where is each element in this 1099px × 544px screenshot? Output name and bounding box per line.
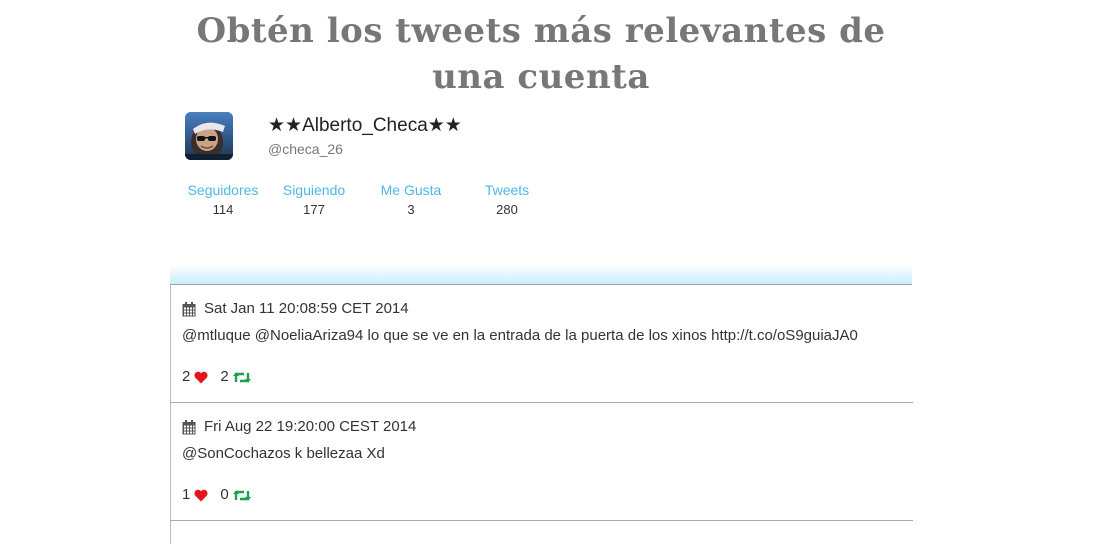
retweet-count: 0 — [220, 486, 229, 503]
tweet-counts: 1 0 — [182, 486, 263, 504]
tweet-date-row: Sat Jan 11 20:08:59 CET 2014 — [182, 300, 409, 318]
retweet-icon — [232, 371, 251, 384]
tweet-date: Sat Jan 11 20:08:59 CET 2014 — [204, 300, 409, 317]
heart-icon — [194, 489, 208, 502]
feed-header-banner — [170, 265, 912, 285]
stat-value: 177 — [303, 202, 325, 217]
stat-likes[interactable]: Me Gusta 3 — [366, 182, 456, 217]
tweet-date-row: Fri Aug 22 19:20:00 CEST 2014 — [182, 418, 416, 436]
stat-label[interactable]: Seguidores — [178, 182, 268, 198]
retweet-icon — [232, 489, 251, 502]
tweet-date: Fri Aug 22 19:20:00 CEST 2014 — [204, 418, 417, 435]
like-count: 1 — [182, 486, 191, 503]
tweet-text[interactable]: @SonCochazos k bellezaa Xd — [182, 445, 385, 463]
stat-value: 280 — [496, 202, 518, 217]
profile-stats: Seguidores 114 Siguiendo 177 Me Gusta 3 … — [178, 182, 558, 222]
retweet-count-group[interactable]: 0 — [220, 486, 251, 504]
tweet-item: Sat Jan 11 20:08:59 CET 2014 @mtluque @N… — [171, 285, 913, 403]
retweet-count-group[interactable]: 2 — [220, 368, 251, 386]
like-count-group[interactable]: 2 — [182, 368, 208, 386]
profile-display-name: ★★Alberto_Checa★★ — [268, 115, 462, 136]
like-count: 2 — [182, 368, 191, 385]
stat-following[interactable]: Siguiendo 177 — [269, 182, 359, 217]
stat-value: 3 — [407, 202, 415, 217]
stat-label[interactable]: Me Gusta — [366, 182, 456, 198]
avatar[interactable] — [185, 112, 233, 160]
stat-followers[interactable]: Seguidores 114 — [178, 182, 268, 217]
stat-label[interactable]: Tweets — [462, 182, 552, 198]
profile-handle: @checa_26 — [268, 141, 343, 157]
page-title: Obtén los tweets más relevantes de una c… — [196, 11, 886, 97]
tweet-text[interactable]: @mtluque @NoeliaAriza94 lo que se ve en … — [182, 327, 858, 345]
tweet-feed: Sat Jan 11 20:08:59 CET 2014 @mtluque @N… — [170, 285, 913, 544]
tweet-counts: 2 2 — [182, 368, 263, 386]
calendar-icon — [182, 419, 196, 435]
tweet-item: Fri Aug 22 19:20:00 CEST 2014 @SonCochaz… — [171, 403, 913, 521]
heart-icon — [194, 371, 208, 384]
stat-label[interactable]: Siguiendo — [269, 182, 359, 198]
calendar-icon — [182, 301, 196, 317]
avatar-image — [185, 112, 233, 160]
stat-value: 114 — [212, 202, 234, 217]
like-count-group[interactable]: 1 — [182, 486, 208, 504]
stat-tweets[interactable]: Tweets 280 — [462, 182, 552, 217]
retweet-count: 2 — [220, 368, 229, 385]
